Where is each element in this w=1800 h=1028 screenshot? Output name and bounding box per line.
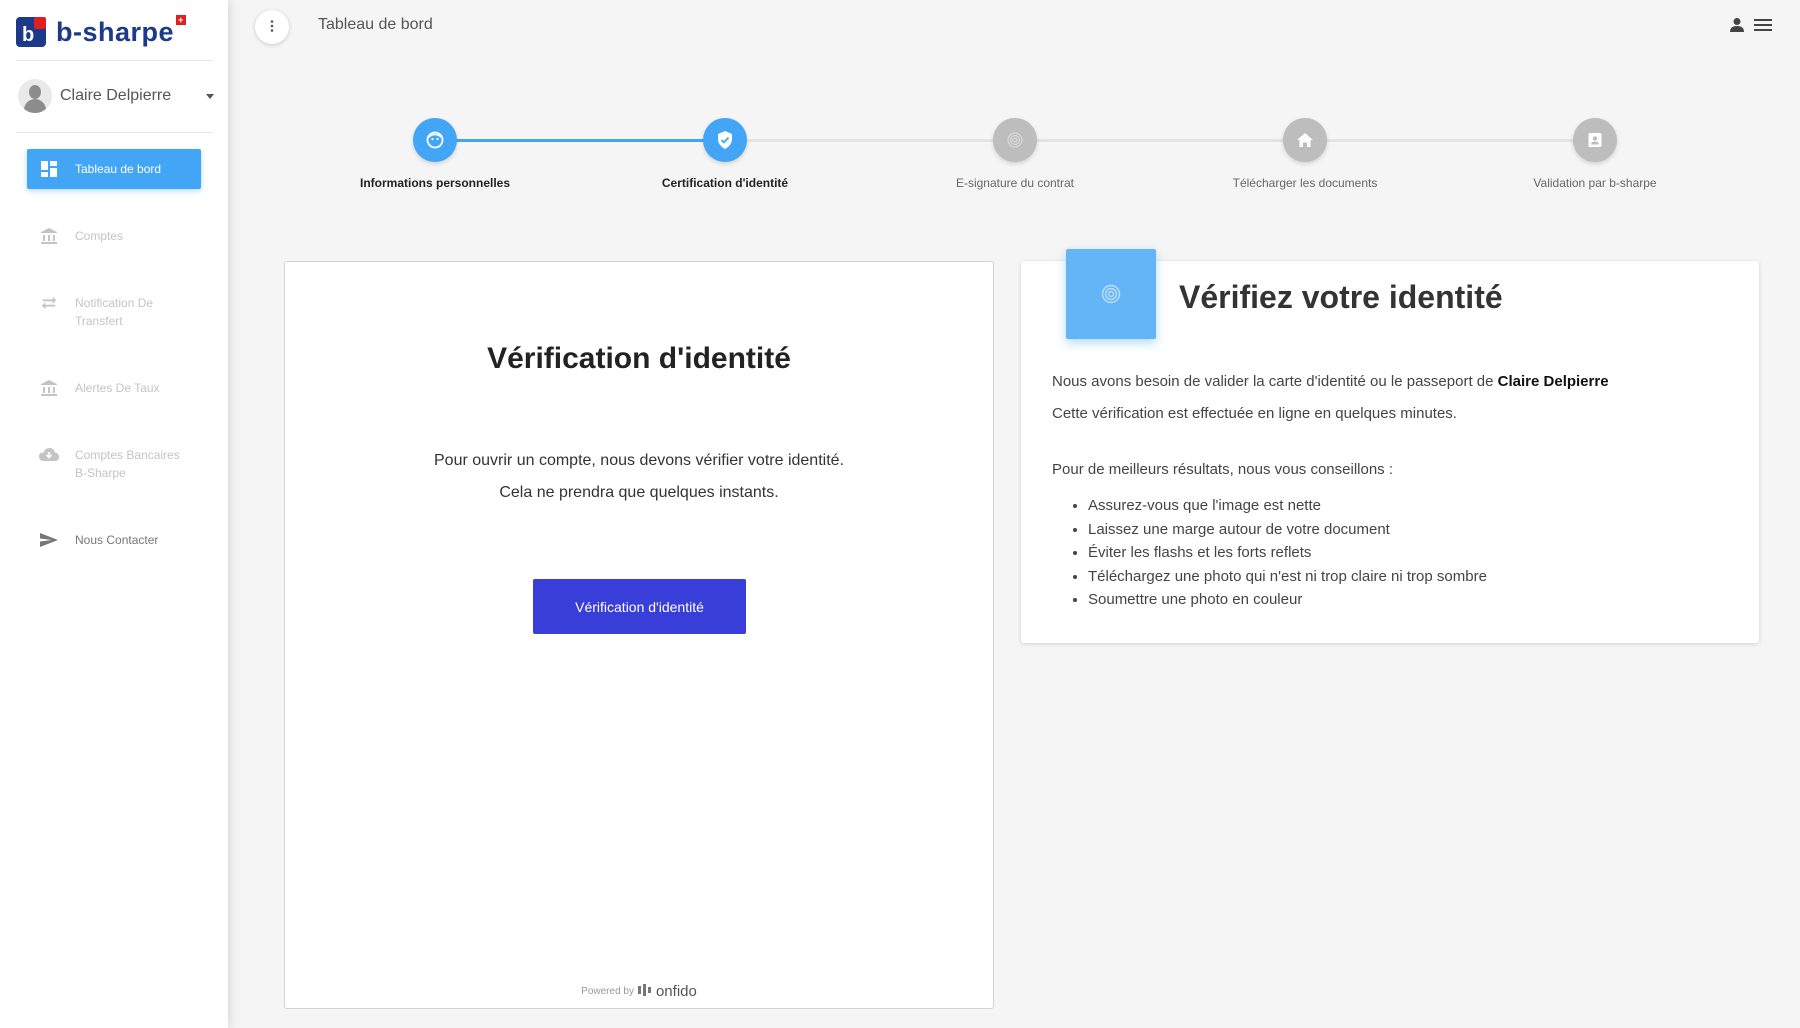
user-name: Claire Delpierre [60,87,172,104]
divider [16,132,212,133]
fingerprint-icon [993,118,1037,162]
logo[interactable]: b b-sharpe + [16,12,216,52]
divider [16,60,212,61]
list-item: Assurez-vous que l'image est nette [1088,494,1732,518]
dashboard-icon [39,160,59,178]
verification-description: Pour ouvrir un compte, nous devons vérif… [434,452,844,501]
tips-intro: Pour de meilleurs résultats, nous vous c… [1052,461,1394,478]
sidebar-item-comptes-bancaires[interactable]: Comptes Bancaires B-Sharpe [27,435,201,493]
home-icon [1283,118,1327,162]
face-icon [413,118,457,162]
hamburger-menu-icon[interactable] [1754,16,1772,34]
step-e-signature[interactable]: E-signature du contrat [895,118,1135,190]
sidebar: b b-sharpe + Claire Delpierre Tableau de… [0,0,228,1028]
sidebar-item-label: Notification De Transfert [75,296,154,328]
sidebar-item-nous-contacter[interactable]: Nous Contacter [27,520,201,560]
list-item: Téléchargez une photo qui n'est ni trop … [1088,565,1732,589]
info-intro: Nous avons besoin de valider la carte d'… [1052,373,1609,390]
step-label: Télécharger les documents [1232,176,1378,190]
step-connector [725,139,1595,142]
page-title: Tableau de bord [318,16,433,33]
shield-check-icon [703,118,747,162]
logo-text: b-sharpe + [56,14,187,48]
sidebar-item-comptes[interactable]: Comptes [27,216,201,256]
topbar: Tableau de bord [228,0,1800,56]
info-body: Nous avons besoin de valider la carte d'… [1052,366,1732,612]
step-informations-personnelles[interactable]: Informations personnelles [315,118,555,190]
step-telecharger-documents[interactable]: Télécharger les documents [1185,118,1425,190]
person-icon[interactable] [1728,16,1746,34]
list-item: Laissez une marge autour de votre docume… [1088,518,1732,542]
verify-identity-info-card: Vérifiez votre identité Nous avons besoi… [1021,249,1759,643]
onfido-logo-icon [637,984,652,999]
user-name: Claire Delpierre [1497,373,1609,390]
sidebar-item-alertes-de-taux[interactable]: Alertes De Taux [27,368,201,408]
sidebar-item-label: Comptes [75,229,124,243]
tips-list: Assurez-vous que l'image est nette Laiss… [1052,494,1732,612]
sidebar-item-tableau-de-bord[interactable]: Tableau de bord [27,149,201,189]
swiss-flag-icon: + [176,14,187,25]
sidebar-item-label: Tableau de bord [75,162,162,176]
sidebar-item-notification-de-transfert[interactable]: Notification De Transfert [27,283,201,341]
fingerprint-icon [1066,249,1156,339]
caret-down-icon [206,93,214,99]
kebab-icon [270,19,274,35]
progress-stepper: Informations personnelles Certification … [290,118,1740,198]
powered-by-onfido: Powered by onfido [581,983,697,1000]
badge-icon [1573,118,1617,162]
sidebar-item-label: Nous Contacter [75,533,159,547]
step-validation[interactable]: Validation par b-sharpe [1475,118,1715,190]
more-menu-button[interactable] [255,10,289,44]
user-menu[interactable]: Claire Delpierre [18,76,218,116]
step-label: Informations personnelles [359,176,511,190]
info-line: Cette vérification est effectuée en lign… [1052,405,1457,422]
avatar [18,79,52,113]
start-verification-button[interactable]: Vérification d'identité [533,579,746,634]
sidebar-nav: Tableau de bord Comptes Notification De … [27,149,201,560]
step-label: E-signature du contrat [955,176,1075,190]
bank-icon [39,227,59,245]
list-item: Éviter les flashs et les forts reflets [1088,541,1732,565]
identity-verification-card: Vérification d'identité Pour ouvrir un c… [284,261,994,1009]
list-item: Soumettre une photo en couleur [1088,588,1732,612]
step-certification-identite[interactable]: Certification d'identité [605,118,845,190]
verification-title: Vérification d'identité [487,342,791,375]
svg-text:b: b [22,24,34,46]
send-icon [39,531,59,549]
app: b b-sharpe + Claire Delpierre Tableau de… [0,0,1800,1028]
bank-icon [39,379,59,397]
top-actions [1728,16,1772,34]
cloud-download-icon [39,446,59,464]
sidebar-item-label: Alertes De Taux [75,381,160,395]
step-label: Certification d'identité [661,176,789,190]
transfer-icon [39,294,59,312]
sidebar-item-label: Comptes Bancaires B-Sharpe [75,448,180,480]
info-title: Vérifiez votre identité [1179,279,1503,315]
step-label: Validation par b-sharpe [1533,176,1657,190]
logo-icon: b [16,17,46,47]
